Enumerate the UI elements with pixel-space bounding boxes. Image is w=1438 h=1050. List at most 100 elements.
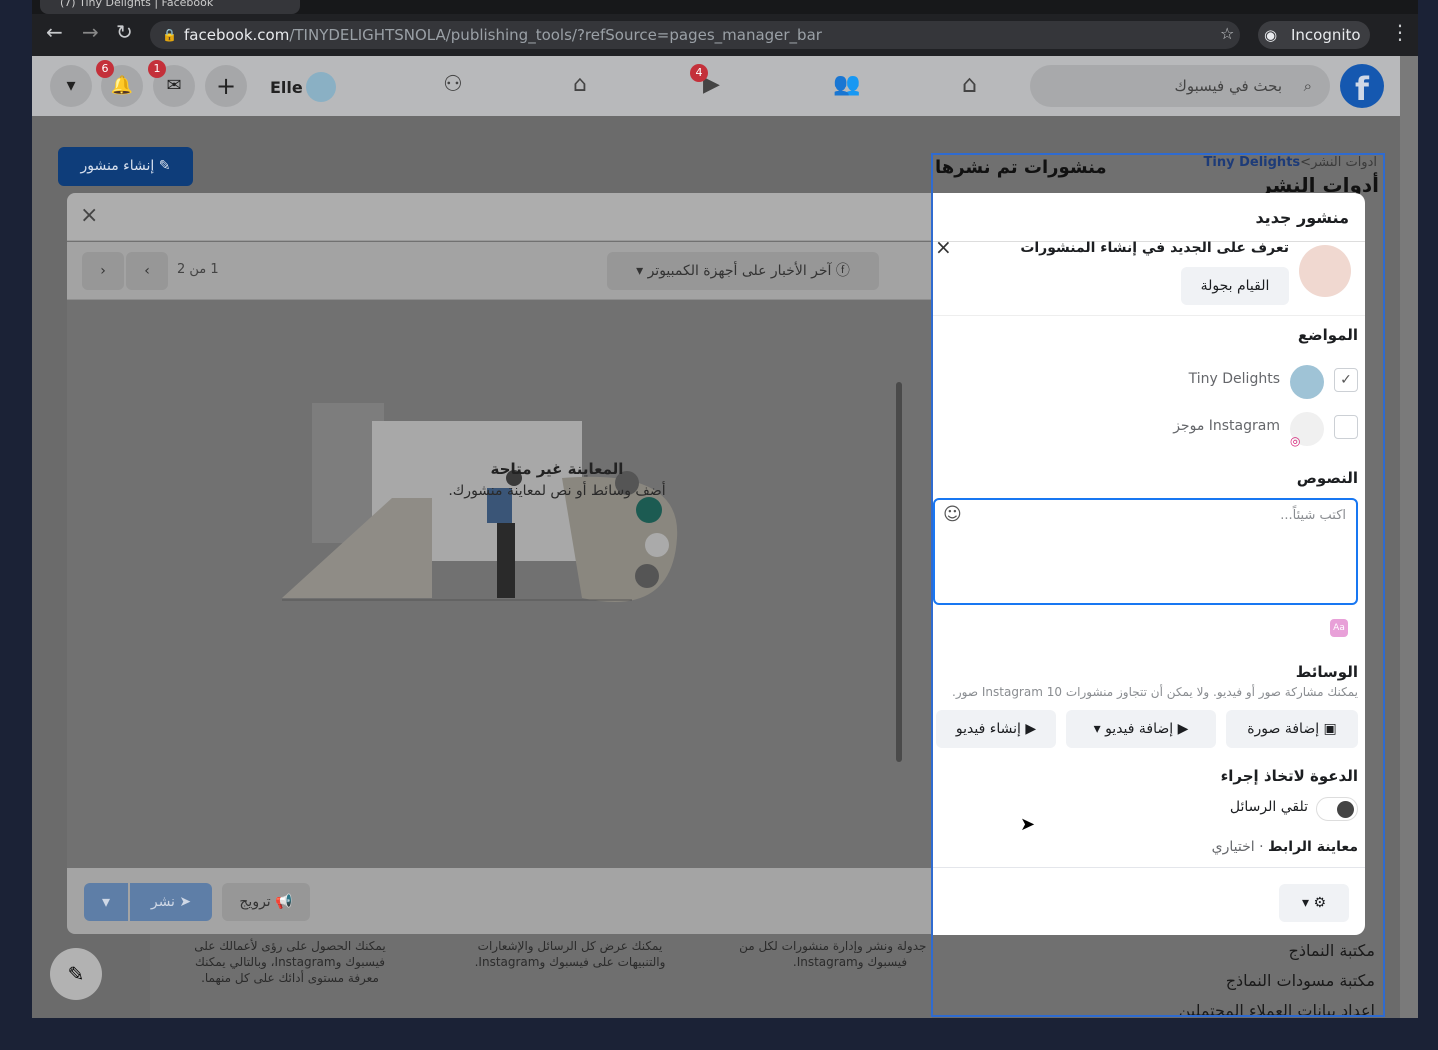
send-icon: ➤: [174, 894, 192, 910]
preview-unavailable-title: المعاينة غير متاحة: [490, 460, 624, 478]
back-icon[interactable]: ←: [46, 20, 63, 44]
page-avatar: [1290, 365, 1324, 399]
text-placeholder: اكتب شيئاً...: [1280, 508, 1346, 523]
settings-dropdown[interactable]: ⚙ ▾: [1279, 884, 1349, 922]
post-preview-modal: × › ‹ 1 من 2 ⓕ آخر الأخبار على أجهزة الك…: [67, 193, 931, 934]
friends-icon[interactable]: 👥: [833, 72, 860, 97]
breadcrumb-root[interactable]: ادوات النشر: [1311, 155, 1377, 170]
link-preview-title: معاينة الرابط: [1268, 839, 1358, 855]
add-photo-label: إضافة صورة: [1247, 721, 1320, 737]
emoji-icon[interactable]: ☺: [943, 504, 962, 525]
checkbox-instagram[interactable]: [1334, 415, 1358, 439]
avatar[interactable]: [306, 72, 336, 102]
preview-header: ×: [67, 193, 931, 241]
marketplace-icon[interactable]: ⌂: [573, 72, 587, 97]
menu-icon[interactable]: ⋮: [1390, 20, 1410, 44]
breadcrumb-page[interactable]: Tiny Delights: [1204, 155, 1301, 170]
new-post-composer: منشور جديد × تعرف على الجديد في إنشاء ال…: [933, 193, 1365, 935]
post-text-input[interactable]: اكتب شيئاً... ☺: [933, 498, 1358, 605]
info-card-inbox: يمكنك عرض كل الرسائل والإشعارات والتنبيه…: [474, 939, 666, 969]
divider: [933, 315, 1365, 316]
publishing-panel: ادوات النشر>Tiny Delights منشورات تم نشر…: [931, 153, 1385, 1017]
caret-down-icon: ▾: [1093, 721, 1106, 737]
placement-dropdown[interactable]: ⓕ آخر الأخبار على أجهزة الكمبيوتر ▾: [607, 252, 879, 290]
incognito-icon: ◉: [1264, 26, 1278, 44]
search-input[interactable]: ⌕ بحث في فيسبوك: [1030, 65, 1330, 107]
preview-unavailable-illustration: [282, 403, 678, 602]
create-video-button[interactable]: ▶ إنشاء فيديو: [936, 710, 1056, 748]
add-video-label: إضافة فيديو: [1105, 721, 1174, 737]
text-format-icon[interactable]: Aa: [1330, 619, 1348, 637]
placement-instagram: Instagram موجز: [1173, 418, 1280, 434]
placement-tiny-delights: Tiny Delights: [1188, 371, 1280, 387]
search-placeholder: بحث في فيسبوك: [1174, 77, 1282, 95]
home-icon[interactable]: ⌂: [962, 70, 977, 98]
scrollbar[interactable]: [1400, 56, 1418, 1018]
breadcrumb-separator: >: [1300, 155, 1312, 170]
placement-label: آخر الأخبار على أجهزة الكمبيوتر: [647, 263, 832, 279]
browser-tab[interactable]: (7) Tiny Delights | Facebook: [40, 0, 300, 14]
add-photo-button[interactable]: ▣ إضافة صورة: [1226, 710, 1358, 748]
sidebar-item-lead-setup[interactable]: إعداد بيانات العملاء المحتملين: [1179, 1001, 1375, 1015]
promote-button[interactable]: 📢 ترويج: [222, 883, 310, 921]
forward-icon[interactable]: →: [82, 20, 99, 44]
preview-unavailable-subtitle: أضف وسائط أو نص لمعاينة منشورك.: [448, 483, 666, 499]
link-preview-label: معاينة الرابط · اختياري: [1212, 839, 1358, 855]
sidebar-item-form-drafts[interactable]: مكتبة مسودات النماذج: [1226, 971, 1375, 990]
facebook-icon: ⓕ: [831, 263, 850, 279]
sidebar-item-forms-library[interactable]: مكتبة النماذج: [1289, 941, 1375, 960]
media-label: الوسائط: [1295, 663, 1358, 681]
publish-options-button[interactable]: ▾: [84, 883, 128, 921]
next-button[interactable]: ›: [82, 252, 124, 290]
close-tour-icon[interactable]: ×: [935, 235, 952, 259]
take-tour-button[interactable]: القيام بجولة: [1181, 267, 1289, 305]
facebook-logo[interactable]: f: [1340, 64, 1384, 108]
publish-label: نشر: [150, 894, 175, 910]
url-path: /TINYDELIGHTSNOLA/publishing_tools/?refS…: [289, 26, 822, 44]
breadcrumb: ادوات النشر>Tiny Delights: [1204, 155, 1377, 170]
create-video-icon: ▶: [1020, 721, 1037, 737]
mouse-cursor: ➤: [1020, 814, 1036, 835]
divider: [933, 867, 1365, 868]
bell-icon: 🔔: [110, 75, 134, 96]
checkbox-tiny-delights[interactable]: ✓: [1334, 368, 1358, 392]
profile-name[interactable]: Elle: [270, 78, 303, 97]
toggle-knob: [1337, 801, 1354, 818]
text-label: النصوص: [1296, 469, 1358, 487]
edit-icon: ✎: [67, 962, 85, 986]
search-icon: ⌕: [1303, 77, 1312, 95]
close-icon[interactable]: ×: [80, 203, 98, 228]
compose-fab[interactable]: ✎: [50, 948, 102, 1000]
lock-icon: 🔒: [162, 28, 177, 42]
info-card-insights: يمكنك الحصول على رؤى لأعمالك على فيسبوك …: [194, 939, 386, 985]
video-icon: ▶: [1173, 721, 1189, 737]
tour-illustration: [1299, 245, 1351, 297]
reload-icon[interactable]: ↻: [116, 20, 133, 44]
create-post-button[interactable]: ✎ إنشاء منشور: [58, 147, 193, 186]
caret-down-icon: ▾: [1301, 895, 1314, 911]
tab-title: (7) Tiny Delights | Facebook: [60, 0, 214, 9]
incognito-label: Incognito: [1291, 26, 1361, 44]
groups-icon[interactable]: ⚇: [443, 72, 463, 97]
placements-label: المواضع: [1297, 326, 1358, 344]
messenger-badge: 1: [148, 60, 166, 78]
incognito-badge[interactable]: ◉ Incognito: [1258, 21, 1370, 49]
preview-scrollbar[interactable]: [896, 382, 902, 762]
add-photo-icon: ▣: [1319, 721, 1337, 737]
address-bar[interactable]: 🔒 facebook.com/TINYDELIGHTSNOLA/publishin…: [150, 21, 1240, 49]
cta-label: الدعوة لاتخاذ إجراء: [1220, 767, 1358, 785]
messages-toggle[interactable]: [1316, 797, 1358, 821]
account-menu-button[interactable]: ▾: [50, 65, 92, 107]
create-post-label: إنشاء منشور: [80, 158, 155, 174]
add-video-button[interactable]: ▶ إضافة فيديو ▾: [1066, 710, 1216, 748]
instagram-icon: ◎: [1290, 412, 1324, 448]
url-domain: facebook.com: [184, 26, 290, 44]
media-hint: يمكنك مشاركة صور أو فيديو. ولا يمكن أن ت…: [952, 685, 1358, 699]
megaphone-icon: 📢: [270, 894, 293, 910]
star-icon[interactable]: ☆: [1220, 24, 1234, 43]
create-button[interactable]: +: [205, 65, 247, 107]
edit-icon: ✎: [154, 158, 171, 174]
gear-icon: ⚙: [1313, 895, 1327, 911]
publish-button[interactable]: ➤ نشر: [130, 883, 212, 921]
prev-button[interactable]: ‹: [126, 252, 168, 290]
